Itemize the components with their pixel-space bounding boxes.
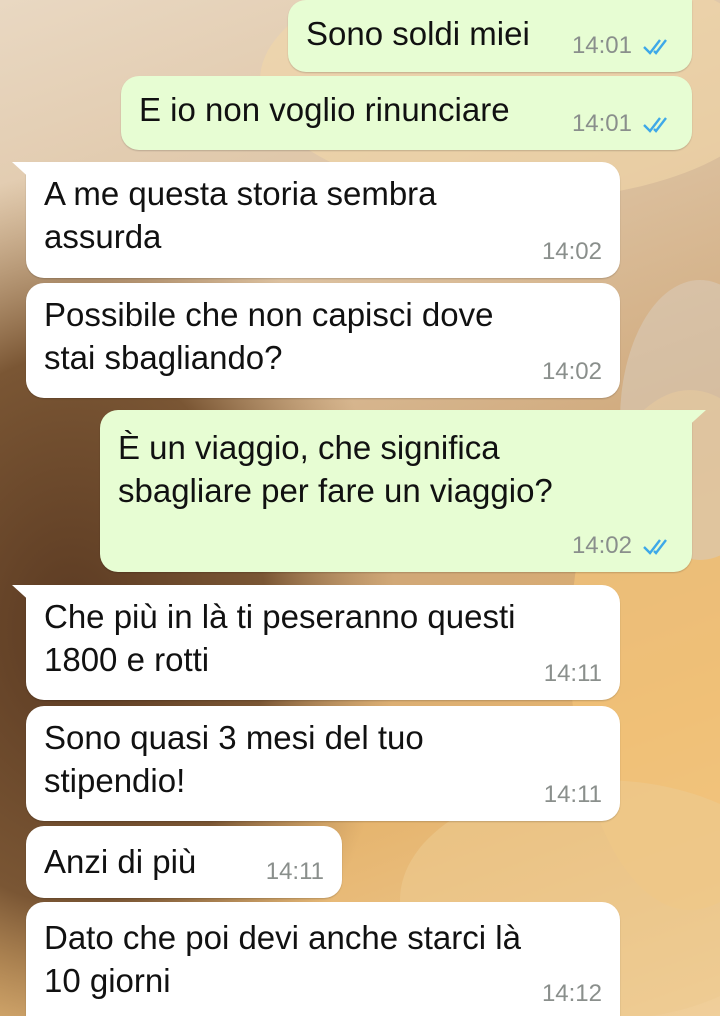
- message-meta: 14:11: [544, 781, 602, 809]
- message-time: 14:11: [543, 781, 602, 808]
- message-time: 14:01: [571, 32, 632, 59]
- bubble-tail: [12, 162, 34, 182]
- message-text: Possibile che non capisci dove stai sbag…: [44, 296, 494, 376]
- message-time: 14:01: [571, 110, 632, 137]
- message-text: Che più in là ti peseranno questi 1800 e…: [44, 598, 516, 678]
- message-text: È un viaggio, che significa sbagliare pe…: [118, 429, 553, 509]
- message-bubble-incoming[interactable]: Dato che poi devi anche starci là 10 gio…: [26, 902, 620, 1016]
- bubble-tail: [12, 585, 34, 605]
- message-bubble-incoming[interactable]: Possibile che non capisci dove stai sbag…: [26, 283, 620, 398]
- message-meta: 14:01: [572, 32, 674, 60]
- message-text: Anzi di più: [44, 843, 197, 880]
- bubble-tail: [684, 410, 706, 430]
- message-meta: 14:02: [542, 358, 602, 386]
- message-bubble-outgoing[interactable]: È un viaggio, che significa sbagliare pe…: [100, 410, 706, 572]
- message-time: 14:02: [541, 358, 602, 385]
- message-text: A me questa storia sembra assurda: [44, 175, 437, 255]
- message-bubble-incoming[interactable]: Che più in là ti peseranno questi 1800 e…: [12, 585, 620, 700]
- message-meta: 14:02: [542, 238, 602, 266]
- message-meta: 14:11: [266, 858, 324, 886]
- message-text: Dato che poi devi anche starci là 10 gio…: [44, 919, 521, 999]
- read-double-check-icon: [643, 539, 667, 555]
- message-meta: 14:11: [544, 660, 602, 688]
- message-bubble-incoming[interactable]: Anzi di più 14:11: [26, 826, 342, 898]
- message-time: 14:12: [541, 980, 602, 1007]
- message-bubble-outgoing[interactable]: Sono soldi miei 14:01: [288, 0, 692, 72]
- message-text: E io non voglio rinunciare: [139, 91, 510, 128]
- message-meta: 14:12: [542, 980, 602, 1008]
- message-meta: 14:02: [572, 532, 674, 560]
- read-double-check-icon: [643, 117, 667, 133]
- message-text: Sono quasi 3 mesi del tuo stipendio!: [44, 719, 424, 799]
- message-time: 14:02: [541, 238, 602, 265]
- message-text: Sono soldi miei: [306, 15, 530, 52]
- message-time: 14:02: [571, 532, 632, 559]
- message-bubble-outgoing[interactable]: E io non voglio rinunciare 14:01: [121, 76, 692, 150]
- message-meta: 14:01: [572, 110, 674, 138]
- message-time: 14:11: [543, 660, 602, 687]
- message-bubble-incoming[interactable]: Sono quasi 3 mesi del tuo stipendio! 14:…: [26, 706, 620, 821]
- message-time: 14:11: [265, 858, 324, 885]
- read-double-check-icon: [643, 39, 667, 55]
- message-bubble-incoming[interactable]: A me questa storia sembra assurda 14:02: [12, 162, 620, 278]
